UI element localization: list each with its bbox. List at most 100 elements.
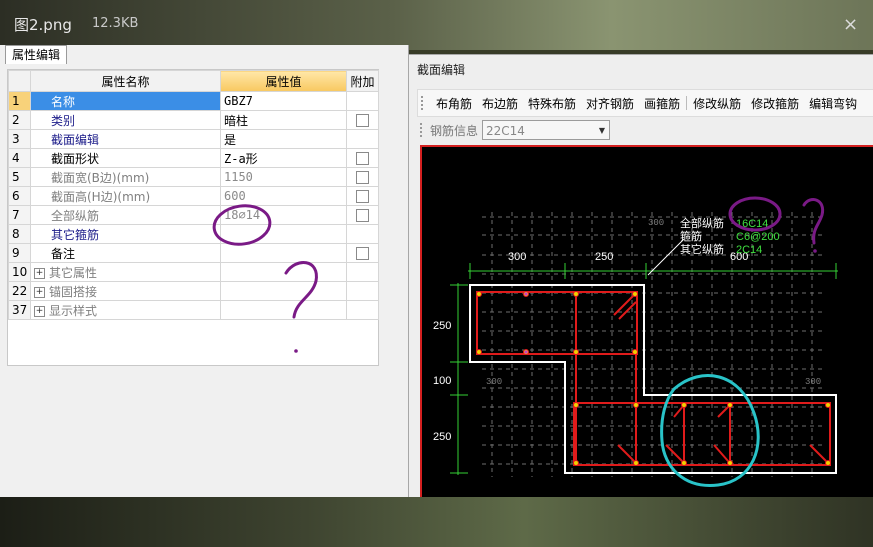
property-value-cell[interactable]: Z-a形 [220, 148, 347, 168]
stirrup-hook [665, 444, 683, 462]
property-row[interactable]: 3 截面编辑 是 [8, 129, 379, 149]
toolbar-button-corner-rebar[interactable]: 布角筋 [431, 95, 477, 112]
rebar-info-select[interactable]: 22C14 ▼ [482, 120, 611, 141]
toolbar-button-special-rebar[interactable]: 特殊布筋 [523, 95, 581, 112]
expand-icon[interactable]: + [34, 267, 45, 279]
property-row[interactable]: 8 其它箍筋 [8, 224, 379, 244]
property-value-cell[interactable] [220, 243, 347, 263]
attach-checkbox[interactable] [356, 171, 369, 184]
property-value-cell[interactable] [220, 281, 347, 301]
property-value-cell[interactable]: GBZ7 [220, 91, 347, 111]
property-name-cell[interactable]: + 显示样式 [30, 300, 221, 320]
row-number[interactable]: 10 [8, 262, 31, 282]
toolbar-button-modify-longitudinal[interactable]: 修改纵筋 [688, 95, 746, 112]
property-row[interactable]: 6 截面高(H边)(mm) 600 [8, 186, 379, 206]
expand-icon[interactable]: + [34, 305, 45, 317]
attach-checkbox[interactable] [356, 152, 369, 165]
infobar-grip[interactable] [420, 123, 426, 137]
property-value-cell[interactable]: 暗柱 [220, 110, 347, 130]
property-value-cell[interactable]: 1150 [220, 167, 347, 187]
dimension-label-left: 250 [433, 431, 451, 443]
property-value-cell[interactable] [220, 224, 347, 244]
dimension-label-top: 300 [508, 251, 526, 263]
column-header-value[interactable]: 属性值 [220, 70, 347, 92]
expand-icon[interactable]: + [34, 286, 45, 298]
toolbar-button-draw-stirrup[interactable]: 画箍筋 [639, 95, 685, 112]
toolbar-button-edge-rebar[interactable]: 布边筋 [477, 95, 523, 112]
property-name: 截面形状 [51, 151, 100, 166]
dimension-label-top: 250 [595, 251, 613, 263]
property-add-cell[interactable] [346, 167, 379, 187]
property-name-cell[interactable]: + 其它属性 [30, 262, 221, 282]
row-number[interactable]: 22 [8, 281, 31, 301]
property-add-cell[interactable] [346, 243, 379, 263]
property-value-cell[interactable] [220, 300, 347, 320]
file-name: 图2.png [14, 16, 72, 34]
property-add-cell[interactable] [346, 205, 379, 225]
chevron-down-icon[interactable]: ▼ [599, 121, 605, 141]
property-row[interactable]: 7 全部纵筋 18⌀14 [8, 205, 379, 225]
row-number[interactable]: 4 [8, 148, 31, 168]
property-row[interactable]: 1 名称 GBZ7 [8, 91, 379, 111]
property-name: 锚固搭接 [49, 284, 98, 299]
property-value-cell[interactable]: 18⌀14 [220, 205, 347, 225]
legend-label: 全部纵筋 [680, 216, 724, 230]
property-name-cell[interactable]: 类别 [30, 110, 221, 130]
property-row[interactable]: 4 截面形状 Z-a形 [8, 148, 379, 168]
row-number[interactable]: 6 [8, 186, 31, 206]
property-name-cell[interactable]: 备注 [30, 243, 221, 263]
property-add-cell[interactable] [346, 186, 379, 206]
property-name-cell[interactable]: 截面编辑 [30, 129, 221, 149]
property-name-cell[interactable]: 名称 [30, 91, 221, 111]
property-name-cell[interactable]: 全部纵筋 [30, 205, 221, 225]
property-name-cell[interactable]: + 锚固搭接 [30, 281, 221, 301]
tab-property-editor[interactable]: 属性编辑 [5, 45, 68, 64]
toolbar-button-align-rebar[interactable]: 对齐钢筋 [581, 95, 639, 112]
property-name-cell[interactable]: 截面高(H边)(mm) [30, 186, 221, 206]
column-header-name[interactable]: 属性名称 [30, 70, 221, 92]
property-row[interactable]: 9 备注 [8, 243, 379, 263]
property-name: 其它箍筋 [51, 227, 100, 242]
attach-checkbox[interactable] [356, 209, 369, 222]
property-row[interactable]: 37 + 显示样式 [8, 300, 379, 320]
row-number[interactable]: 9 [8, 243, 31, 263]
dialog-title: 截面编辑 [417, 63, 466, 77]
toolbar-separator [686, 96, 688, 110]
close-icon[interactable]: × [843, 14, 858, 35]
toolbar-button-modify-stirrup[interactable]: 修改箍筋 [746, 95, 804, 112]
rebar-point [476, 349, 482, 355]
rebar-point-marker [524, 350, 528, 354]
grid-label: 300 [486, 377, 502, 387]
section-drawing[interactable]: 300 300 300 300 250 600 250 100 250 全部纵筋… [422, 147, 873, 500]
toolbar-grip[interactable] [421, 96, 427, 110]
property-name-cell[interactable]: 其它箍筋 [30, 224, 221, 244]
property-name-cell[interactable]: 截面宽(B边)(mm) [30, 167, 221, 187]
property-add-cell[interactable] [346, 110, 379, 130]
property-add-cell [346, 262, 379, 282]
attach-checkbox[interactable] [356, 190, 369, 203]
toolbar-button-edit-hook[interactable]: 编辑弯钩 [804, 95, 862, 112]
row-number[interactable]: 8 [8, 224, 31, 244]
row-number[interactable]: 5 [8, 167, 31, 187]
rebar-info-bar: 钢筋信息 22C14 ▼ [417, 117, 873, 143]
attach-checkbox[interactable] [356, 114, 369, 127]
stirrup-hook [613, 294, 635, 316]
row-number[interactable]: 1 [8, 91, 31, 111]
property-add-cell[interactable] [346, 148, 379, 168]
row-number[interactable]: 2 [8, 110, 31, 130]
property-name-cell[interactable]: 截面形状 [30, 148, 221, 168]
row-number[interactable]: 7 [8, 205, 31, 225]
section-canvas[interactable]: 300 300 300 300 250 600 250 100 250 全部纵筋… [420, 145, 873, 500]
property-value-cell[interactable]: 是 [220, 129, 347, 149]
column-header-add[interactable]: 附加 [346, 70, 379, 92]
property-row[interactable]: 5 截面宽(B边)(mm) 1150 [8, 167, 379, 187]
property-value-cell[interactable]: 600 [220, 186, 347, 206]
property-value-cell[interactable] [220, 262, 347, 282]
row-number[interactable]: 3 [8, 129, 31, 149]
row-number[interactable]: 37 [8, 300, 31, 320]
grid-label: 300 [648, 218, 664, 228]
property-row[interactable]: 10 + 其它属性 [8, 262, 379, 282]
attach-checkbox[interactable] [356, 247, 369, 260]
property-row[interactable]: 22 + 锚固搭接 [8, 281, 379, 301]
property-row[interactable]: 2 类别 暗柱 [8, 110, 379, 130]
